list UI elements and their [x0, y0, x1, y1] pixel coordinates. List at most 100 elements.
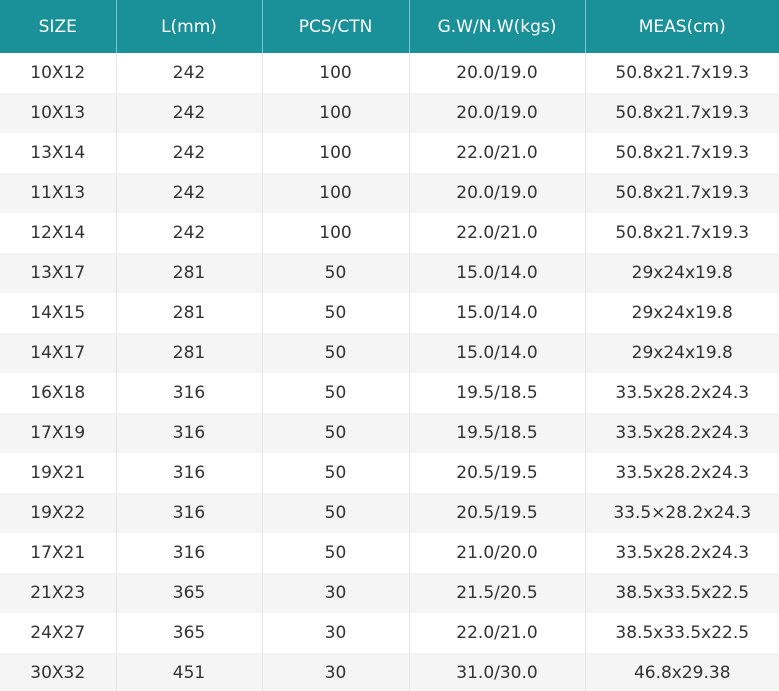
size-cell: 19X22: [0, 493, 117, 533]
header-measurement: MEAS(cm): [585, 0, 779, 53]
length-cell: 242: [116, 213, 263, 253]
measurement-cell: 33.5x28.2x24.3: [585, 453, 779, 493]
length-cell: 316: [116, 373, 263, 413]
header-length: L(mm): [116, 0, 263, 53]
length-cell: 316: [116, 533, 263, 573]
weight-cell: 15.0/14.0: [409, 333, 586, 373]
measurement-cell: 38.5x33.5x22.5: [585, 573, 779, 613]
measurement-cell: 29x24x19.8: [585, 293, 779, 333]
size-cell: 21X23: [0, 573, 117, 613]
table-row: 24X27 365 30 22.0/21.0 38.5x33.5x22.5: [0, 613, 779, 653]
length-cell: 242: [116, 93, 263, 133]
size-cell: 19X21: [0, 453, 117, 493]
measurement-cell: 50.8x21.7x19.3: [585, 53, 779, 93]
header-size: SIZE: [0, 0, 117, 53]
size-cell: 14X15: [0, 293, 117, 333]
measurement-cell: 38.5x33.5x22.5: [585, 613, 779, 653]
length-cell: 281: [116, 333, 263, 373]
size-cell: 11X13: [0, 173, 117, 213]
header-weight: G.W/N.W(kgs): [409, 0, 586, 53]
pcs-per-carton-cell: 50: [262, 373, 410, 413]
measurement-cell: 50.8x21.7x19.3: [585, 93, 779, 133]
table-row: 16X18 316 50 19.5/18.5 33.5x28.2x24.3: [0, 373, 779, 413]
weight-cell: 22.0/21.0: [409, 613, 586, 653]
pcs-per-carton-cell: 30: [262, 653, 410, 691]
size-cell: 10X12: [0, 53, 117, 93]
pcs-per-carton-cell: 50: [262, 293, 410, 333]
table-row: 14X15 281 50 15.0/14.0 29x24x19.8: [0, 293, 779, 333]
weight-cell: 20.0/19.0: [409, 93, 586, 133]
size-cell: 24X27: [0, 613, 117, 653]
table-row: 19X21 316 50 20.5/19.5 33.5x28.2x24.3: [0, 453, 779, 493]
measurement-cell: 50.8x21.7x19.3: [585, 173, 779, 213]
size-cell: 17X19: [0, 413, 117, 453]
table-header: SIZE L(mm) PCS/CTN G.W/N.W(kgs) MEAS(cm): [0, 0, 779, 53]
length-cell: 451: [116, 653, 263, 691]
table-row: 12X14 242 100 22.0/21.0 50.8x21.7x19.3: [0, 213, 779, 253]
measurement-cell: 50.8x21.7x19.3: [585, 133, 779, 173]
table-row: 30X32 451 30 31.0/30.0 46.8x29.38: [0, 653, 779, 691]
spec-table: SIZE L(mm) PCS/CTN G.W/N.W(kgs) MEAS(cm)…: [0, 0, 779, 691]
table-body: 10X12 242 100 20.0/19.0 50.8x21.7x19.3 10X13 2…: [0, 53, 779, 691]
pcs-per-carton-cell: 50: [262, 413, 410, 453]
pcs-per-carton-cell: 30: [262, 613, 410, 653]
pcs-per-carton-cell: 50: [262, 333, 410, 373]
pcs-per-carton-cell: 50: [262, 253, 410, 293]
weight-cell: 19.5/18.5: [409, 373, 586, 413]
measurement-cell: 46.8x29.38: [585, 653, 779, 691]
weight-cell: 31.0/30.0: [409, 653, 586, 691]
size-cell: 13X17: [0, 253, 117, 293]
length-cell: 281: [116, 253, 263, 293]
table-row: 13X17 281 50 15.0/14.0 29x24x19.8: [0, 253, 779, 293]
length-cell: 365: [116, 613, 263, 653]
pcs-per-carton-cell: 30: [262, 573, 410, 613]
weight-cell: 20.0/19.0: [409, 173, 586, 213]
size-cell: 30X32: [0, 653, 117, 691]
weight-cell: 15.0/14.0: [409, 293, 586, 333]
pcs-per-carton-cell: 100: [262, 133, 410, 173]
table-row: 11X13 242 100 20.0/19.0 50.8x21.7x19.3: [0, 173, 779, 213]
measurement-cell: 50.8x21.7x19.3: [585, 213, 779, 253]
length-cell: 242: [116, 133, 263, 173]
length-cell: 316: [116, 493, 263, 533]
weight-cell: 15.0/14.0: [409, 253, 586, 293]
length-cell: 242: [116, 173, 263, 213]
weight-cell: 21.0/20.0: [409, 533, 586, 573]
weight-cell: 20.0/19.0: [409, 53, 586, 93]
weight-cell: 19.5/18.5: [409, 413, 586, 453]
header-pcs-per-carton: PCS/CTN: [262, 0, 410, 53]
pcs-per-carton-cell: 100: [262, 213, 410, 253]
pcs-per-carton-cell: 100: [262, 173, 410, 213]
measurement-cell: 33.5x28.2x24.3: [585, 373, 779, 413]
table-row: 17X19 316 50 19.5/18.5 33.5x28.2x24.3: [0, 413, 779, 453]
measurement-cell: 33.5x28.2x24.3: [585, 533, 779, 573]
weight-cell: 21.5/20.5: [409, 573, 586, 613]
table-row: 21X23 365 30 21.5/20.5 38.5x33.5x22.5: [0, 573, 779, 613]
table-row: 13X14 242 100 22.0/21.0 50.8x21.7x19.3: [0, 133, 779, 173]
table-row: 14X17 281 50 15.0/14.0 29x24x19.8: [0, 333, 779, 373]
measurement-cell: 33.5×28.2x24.3: [585, 493, 779, 533]
header-row: SIZE L(mm) PCS/CTN G.W/N.W(kgs) MEAS(cm): [0, 0, 779, 53]
size-cell: 12X14: [0, 213, 117, 253]
pcs-per-carton-cell: 50: [262, 493, 410, 533]
measurement-cell: 29x24x19.8: [585, 333, 779, 373]
length-cell: 316: [116, 453, 263, 493]
weight-cell: 22.0/21.0: [409, 213, 586, 253]
weight-cell: 20.5/19.5: [409, 453, 586, 493]
table-row: 19X22 316 50 20.5/19.5 33.5×28.2x24.3: [0, 493, 779, 533]
weight-cell: 22.0/21.0: [409, 133, 586, 173]
pcs-per-carton-cell: 50: [262, 533, 410, 573]
size-cell: 13X14: [0, 133, 117, 173]
measurement-cell: 29x24x19.8: [585, 253, 779, 293]
table-row: 17X21 316 50 21.0/20.0 33.5x28.2x24.3: [0, 533, 779, 573]
size-cell: 14X17: [0, 333, 117, 373]
pcs-per-carton-cell: 50: [262, 453, 410, 493]
pcs-per-carton-cell: 100: [262, 93, 410, 133]
measurement-cell: 33.5x28.2x24.3: [585, 413, 779, 453]
length-cell: 365: [116, 573, 263, 613]
size-cell: 16X18: [0, 373, 117, 413]
size-cell: 10X13: [0, 93, 117, 133]
weight-cell: 20.5/19.5: [409, 493, 586, 533]
table-row: 10X12 242 100 20.0/19.0 50.8x21.7x19.3: [0, 53, 779, 93]
length-cell: 316: [116, 413, 263, 453]
